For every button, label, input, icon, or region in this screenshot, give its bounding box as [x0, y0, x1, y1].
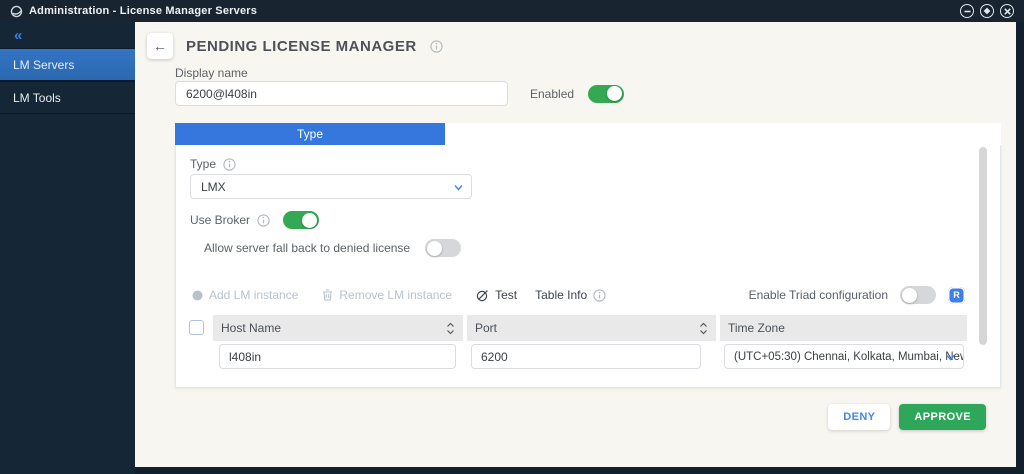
- window-title: Administration - License Manager Servers: [29, 5, 258, 17]
- add-icon: [192, 290, 203, 300]
- display-name-label: Display name: [175, 66, 248, 80]
- minimize-icon[interactable]: [960, 4, 974, 18]
- type-panel: Type LMX Use Broker Allow server fall ba…: [175, 145, 1001, 388]
- toggle-knob: [302, 212, 318, 228]
- use-broker-label: Use Broker: [190, 213, 251, 227]
- enabled-label: Enabled: [530, 86, 575, 101]
- toolbar-right: Enable Triad configuration R: [749, 286, 965, 304]
- column-header-label: Host Name: [221, 321, 282, 335]
- sidebar: « LM Servers LM Tools: [0, 22, 135, 474]
- toggle-knob: [902, 287, 917, 303]
- instance-toolbar: Add LM instance Remove LM instance Test: [192, 286, 965, 304]
- redundant-badge[interactable]: R: [948, 286, 965, 304]
- close-icon[interactable]: [1000, 4, 1014, 18]
- host-name-input[interactable]: [219, 344, 456, 369]
- approve-button[interactable]: APPROVE: [899, 404, 986, 430]
- app-logo-icon: [10, 5, 23, 17]
- use-broker-field: Use Broker: [190, 211, 320, 229]
- toggle-knob: [427, 240, 443, 256]
- sidebar-item-lm-tools[interactable]: LM Tools: [0, 81, 135, 114]
- back-button[interactable]: ←: [147, 33, 173, 59]
- triad-label: Enable Triad configuration: [748, 288, 888, 302]
- footer-actions: DENY APPROVE: [828, 404, 986, 430]
- page-title: PENDING LICENSE MANAGER: [186, 37, 417, 55]
- type-select[interactable]: LMX: [190, 174, 472, 199]
- time-zone-value: (UTC+05:30) Chennai, Kolkata, Mumbai, Ne…: [734, 350, 964, 363]
- row-checkbox[interactable]: [189, 320, 204, 335]
- fallback-field: Allow server fall back to denied license: [204, 239, 462, 257]
- test-label: Test: [495, 288, 518, 302]
- enabled-toggle[interactable]: [588, 84, 625, 103]
- time-zone-select[interactable]: (UTC+05:30) Chennai, Kolkata, Mumbai, Ne…: [724, 344, 964, 369]
- use-broker-info-icon[interactable]: [257, 213, 270, 227]
- fallback-label: Allow server fall back to denied license: [204, 241, 411, 255]
- port-input[interactable]: [471, 344, 701, 369]
- titlebar: Administration - License Manager Servers: [0, 0, 1024, 22]
- tab-bar: Type: [175, 123, 1001, 145]
- sort-icon[interactable]: [446, 322, 455, 335]
- add-lm-instance-button[interactable]: Add LM instance: [192, 288, 298, 302]
- deny-button[interactable]: DENY: [828, 404, 891, 430]
- toggle-knob: [607, 86, 623, 101]
- sidebar-item-label: LM Tools: [13, 90, 61, 105]
- column-header-label: Port: [475, 321, 498, 335]
- fallback-toggle[interactable]: [425, 239, 462, 257]
- page-header: ← PENDING LICENSE MANAGER: [147, 33, 443, 59]
- remove-lm-instance-label: Remove LM instance: [339, 288, 453, 302]
- sidebar-item-lm-servers[interactable]: LM Servers: [0, 48, 135, 81]
- trash-icon: [323, 289, 333, 301]
- chevron-down-icon: [946, 355, 955, 361]
- type-label: Type: [190, 157, 217, 171]
- panel-scrollbar-thumb[interactable]: [979, 147, 987, 345]
- triad-toggle[interactable]: [900, 286, 936, 304]
- sidebar-item-label: LM Servers: [13, 57, 75, 72]
- table-info-label: Table Info: [535, 288, 588, 302]
- use-broker-toggle[interactable]: [283, 211, 320, 229]
- type-select-value: LMX: [201, 179, 226, 194]
- remove-lm-instance-button[interactable]: Remove LM instance: [322, 288, 452, 302]
- chevron-down-icon: [454, 185, 463, 191]
- column-header-label: Time Zone: [728, 321, 785, 335]
- column-header-time-zone[interactable]: Time Zone: [720, 315, 967, 341]
- enabled-field: Enabled: [530, 81, 625, 106]
- table-info-button[interactable]: Table Info: [535, 288, 606, 302]
- tab-type[interactable]: Type: [175, 123, 445, 145]
- table-info-icon: [593, 288, 606, 302]
- add-lm-instance-label: Add LM instance: [209, 288, 299, 302]
- sidebar-collapse-icon[interactable]: «: [0, 22, 135, 48]
- type-field-label-row: Type: [190, 157, 236, 171]
- restore-icon[interactable]: [980, 4, 994, 18]
- display-name-input[interactable]: [175, 81, 508, 106]
- type-info-icon[interactable]: [223, 157, 236, 171]
- sort-icon[interactable]: [699, 322, 708, 335]
- main-content: ← PENDING LICENSE MANAGER Display name E…: [135, 22, 1016, 467]
- test-icon: [476, 289, 488, 301]
- page-title-info-icon[interactable]: [430, 39, 443, 53]
- window-controls: [960, 4, 1014, 18]
- test-button[interactable]: Test: [476, 288, 517, 302]
- column-header-port[interactable]: Port: [467, 315, 716, 341]
- column-header-host-name[interactable]: Host Name: [213, 315, 463, 341]
- app-window: Administration - License Manager Servers…: [0, 0, 1024, 474]
